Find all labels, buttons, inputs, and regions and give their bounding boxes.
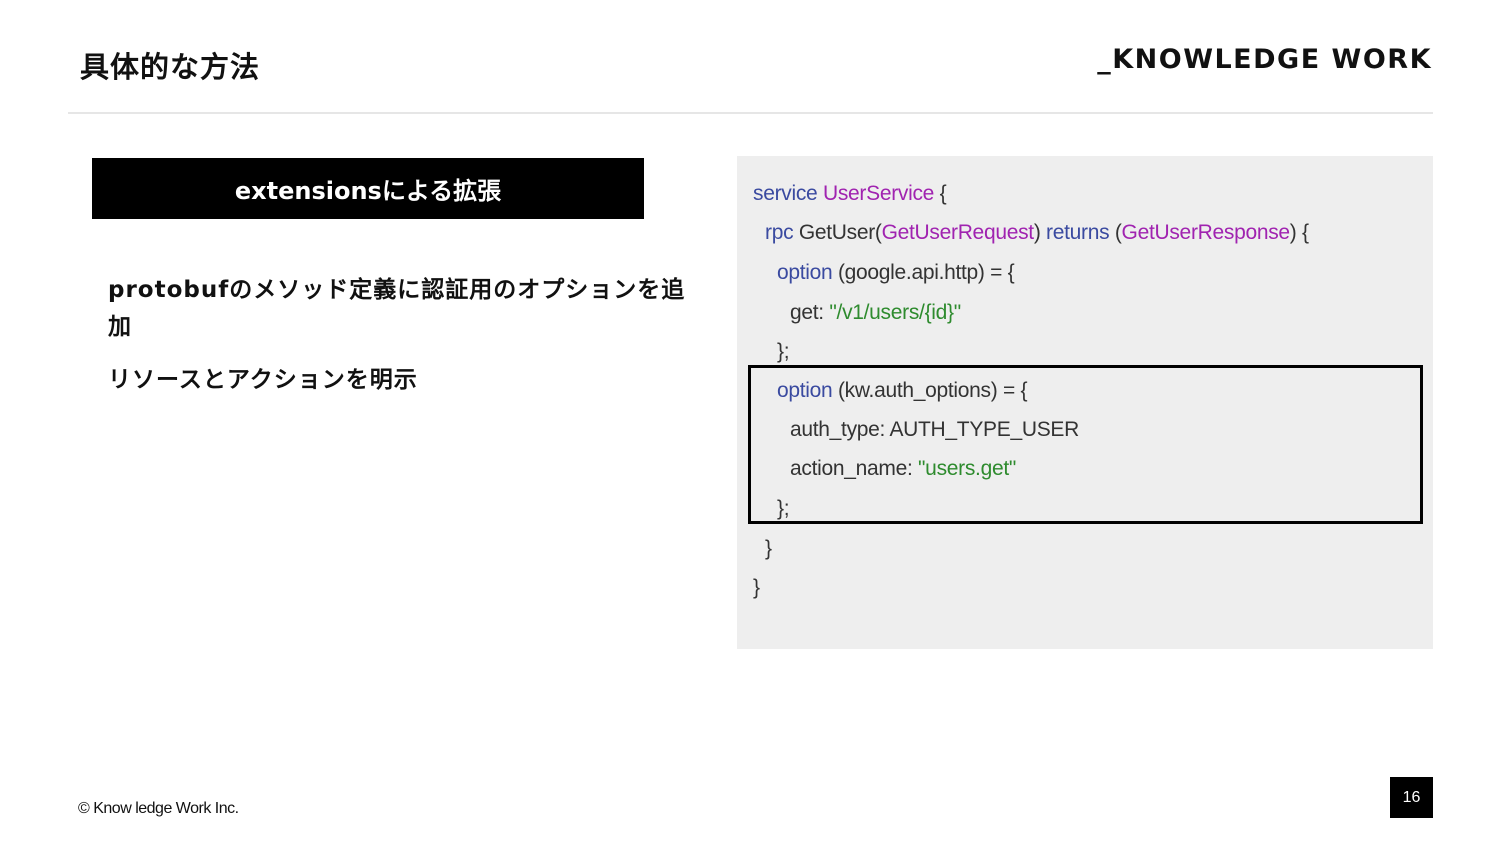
code-text: ( bbox=[1109, 221, 1122, 244]
code-text: { bbox=[934, 182, 947, 205]
section-heading-text: extensionsによる拡張 bbox=[234, 177, 502, 205]
code-keyword: service bbox=[753, 182, 818, 205]
code-line-service: service UserService { bbox=[753, 179, 947, 209]
code-line-rpc: rpc GetUser(GetUserRequest) returns (Get… bbox=[765, 218, 1309, 248]
code-text: ) { bbox=[1289, 221, 1309, 244]
code-text: get: bbox=[790, 301, 830, 324]
header-divider bbox=[68, 112, 1433, 114]
code-type: UserService bbox=[822, 182, 935, 205]
code-keyword: returns bbox=[1046, 221, 1110, 244]
slide-title: 具体的な方法 bbox=[80, 50, 261, 84]
code-text: GetUser( bbox=[793, 221, 882, 244]
code-keyword: rpc bbox=[765, 221, 794, 244]
code-type: GetUserResponse bbox=[1121, 221, 1291, 244]
page-number-badge: 16 bbox=[1390, 777, 1433, 818]
company-logo: _KNOWLEDGE WORK bbox=[1097, 44, 1432, 75]
code-type: GetUserRequest bbox=[881, 221, 1035, 244]
code-line-get: get: "/v1/users/{id}" bbox=[790, 298, 961, 328]
code-highlight-box bbox=[748, 365, 1423, 524]
code-text: (google.api.http) = { bbox=[832, 261, 1015, 284]
code-line-close-rpc: } bbox=[765, 537, 772, 560]
section-heading-box: extensionsによる拡張 bbox=[92, 158, 644, 219]
code-text: ) bbox=[1033, 221, 1047, 244]
code-line-http-option: option (google.api.http) = { bbox=[777, 258, 1015, 288]
bullet-point-auth-option: protobufのメソッド定義に認証用のオプションを追加 bbox=[108, 277, 686, 340]
code-line-close-http: }; bbox=[777, 340, 790, 363]
bullet-point-resource-action: リソースとアクションを明示 bbox=[108, 367, 418, 393]
code-line-close-service: } bbox=[753, 576, 760, 599]
page-number: 16 bbox=[1402, 788, 1421, 806]
code-keyword: option bbox=[777, 261, 833, 284]
code-string: "/v1/users/{id}" bbox=[829, 301, 961, 324]
copyright-text: © Know ledge Work Inc. bbox=[78, 800, 239, 817]
